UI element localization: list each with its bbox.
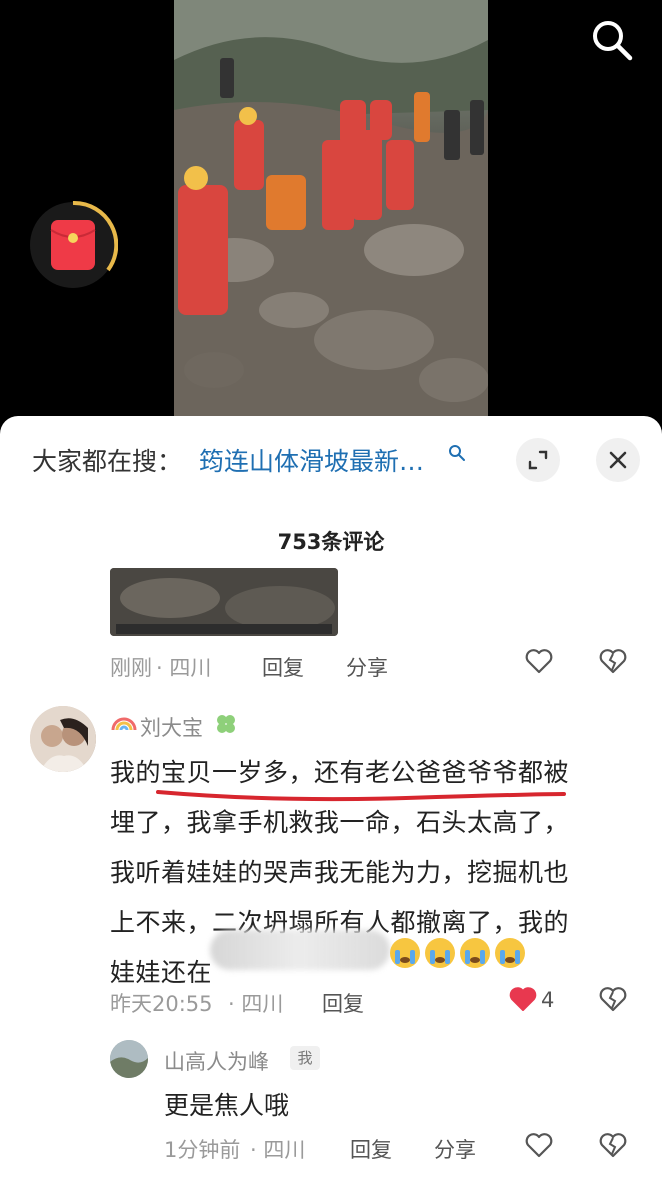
expand-button[interactable] [516,438,560,482]
search-small-icon [449,445,465,461]
self-badge: 我 [290,1046,320,1070]
comment-count: 753条评论 [277,530,385,554]
trending-search-term[interactable]: 筠连山体滑坡最新… [199,442,424,478]
reply-location: · 四川 [250,1138,306,1162]
comment-username[interactable]: 刘大宝 [140,712,203,742]
close-icon [609,451,627,469]
like-icon[interactable] [524,1130,554,1160]
share-button[interactable]: 分享 [434,1134,476,1164]
expand-icon [528,450,548,470]
video-player[interactable] [0,0,662,430]
trending-search-prefix: 大家都在搜： [32,447,183,476]
comment-image[interactable] [110,568,338,636]
dislike-icon[interactable] [598,984,628,1014]
dislike-icon[interactable] [598,646,628,676]
reply-button[interactable]: 回复 [350,1134,392,1164]
comment-location: · 四川 [228,992,284,1016]
red-envelope-icon [30,200,119,288]
reply-username[interactable]: 山高人为峰 [164,1046,269,1076]
comment-time: 刚刚 [110,656,152,680]
clover-icon [217,715,235,733]
comment-sheet: 大家都在搜： 筠连山体滑坡最新… 753条评论 刚刚 · 四川 回复 分享 刘大… [0,416,662,1199]
trending-search-bar[interactable]: 大家都在搜： 筠连山体滑坡最新… [0,416,662,500]
like-icon[interactable] [524,646,554,676]
reply-avatar[interactable] [110,1040,148,1078]
like-count: 4 [541,988,555,1012]
comment-line: 我听着娃娃的哭声我无能为力，挖掘机也 [110,858,570,887]
search-icon [593,21,633,61]
close-button[interactable] [596,438,640,482]
avatar-image [30,706,96,772]
avatar[interactable] [30,706,96,772]
red-underline-annotation [156,790,566,802]
search-button[interactable] [588,16,636,64]
dislike-icon[interactable] [598,1130,628,1160]
reply-avatar-image [110,1040,148,1078]
share-button[interactable]: 分享 [346,652,388,682]
video-frame[interactable] [174,0,488,420]
reply-body: 更是焦人哦 [164,1091,290,1120]
reply-button[interactable]: 回复 [322,988,364,1018]
reply-time: 1分钟前 [164,1138,241,1162]
rainbow-icon [111,717,137,731]
like-filled-icon[interactable] [508,984,538,1014]
red-envelope-button[interactable] [28,200,119,290]
comment-image-preview [110,568,338,636]
rescue-scene-image [174,0,488,420]
blurred-text [210,930,390,970]
crying-emoji-icons [390,938,525,968]
comment-location: · 四川 [156,656,212,680]
reply-button[interactable]: 回复 [262,652,304,682]
comment-time: 昨天20:55 [110,992,213,1016]
